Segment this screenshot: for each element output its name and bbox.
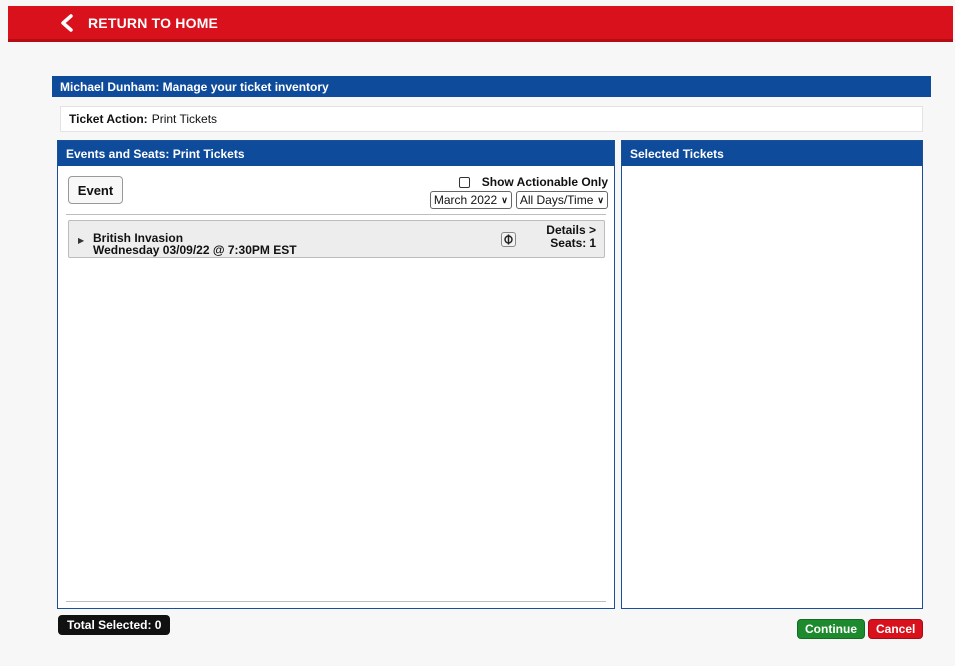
seats-count: 1	[589, 236, 596, 250]
caret-right-icon: ▶	[78, 236, 85, 245]
return-to-home-link[interactable]: RETURN TO HOME	[60, 10, 218, 36]
cancel-button[interactable]: Cancel	[868, 619, 924, 639]
total-selected-badge: Total Selected: 0	[58, 615, 171, 635]
continue-button[interactable]: Continue	[797, 619, 865, 639]
events-seats-panel-title: Events and Seats: Print Tickets	[58, 141, 614, 166]
bottom-divider	[66, 601, 606, 602]
chevron-left-icon	[60, 13, 80, 33]
refresh-icon[interactable]	[501, 232, 516, 247]
selected-tickets-title: Selected Tickets	[622, 141, 922, 166]
ticket-action-label: Ticket Action:	[69, 112, 148, 126]
show-actionable-checkbox[interactable]	[458, 176, 470, 188]
event-details[interactable]: Details > Seats: 1	[546, 224, 596, 250]
return-to-home-label: RETURN TO HOME	[88, 15, 219, 31]
event-sort-button[interactable]: Event	[68, 176, 123, 204]
event-datetime: Wednesday 03/09/22 @ 7:30PM EST	[93, 243, 297, 257]
seats-info: Seats: 1	[546, 237, 596, 250]
seats-label: Seats:	[550, 236, 587, 250]
selected-tickets-panel: Selected Tickets	[621, 140, 923, 609]
event-row[interactable]: ▶ British Invasion Wednesday 03/09/22 @ …	[68, 220, 605, 258]
divider	[66, 214, 606, 215]
events-seats-panel: Events and Seats: Print Tickets Event Sh…	[57, 140, 615, 609]
ticket-action-value: Print Tickets	[151, 112, 218, 126]
chevron-down-icon: ∨	[597, 194, 604, 205]
month-select-value: March 2022	[433, 193, 498, 207]
days-select[interactable]: All Days/Time ∨	[515, 191, 608, 209]
chevron-down-icon: ∨	[501, 194, 508, 205]
show-actionable-only: Show Actionable Only	[458, 175, 608, 189]
days-select-value: All Days/Time	[519, 193, 594, 207]
filter-selects: March 2022 ∨ All Days/Time ∨	[429, 191, 608, 209]
show-actionable-label: Show Actionable Only	[481, 175, 608, 189]
page-title: Michael Dunham: Manage your ticket inven…	[52, 76, 931, 97]
month-select[interactable]: March 2022 ∨	[429, 191, 512, 209]
top-navbar: RETURN TO HOME	[8, 6, 953, 42]
ticket-action-row: Ticket Action: Print Tickets	[60, 106, 923, 132]
